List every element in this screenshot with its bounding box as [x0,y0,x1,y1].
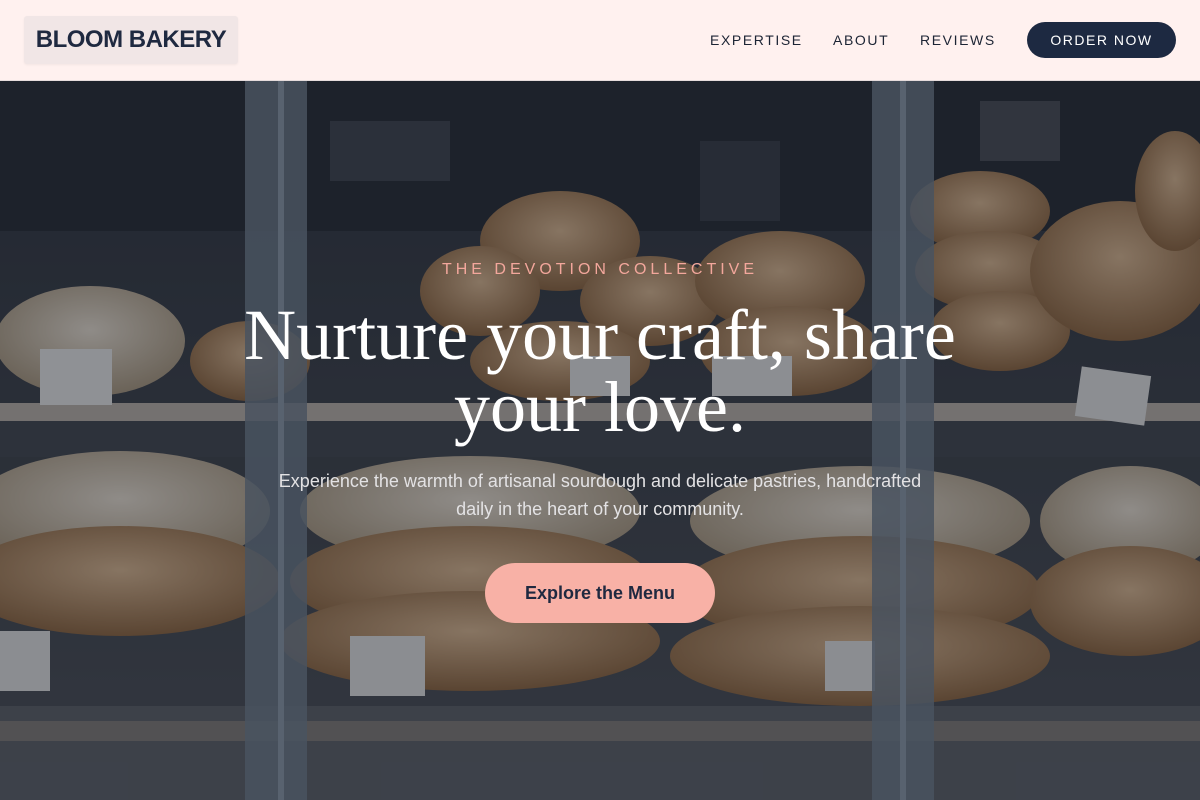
explore-menu-button[interactable]: Explore the Menu [485,563,715,623]
hero-headline-line-2: your love. [454,367,746,447]
order-now-button[interactable]: ORDER NOW [1027,22,1176,58]
hero-headline: Nurture your craft, share your love. [200,299,1000,443]
hero-headline-line-1: Nurture your craft, share [244,295,956,375]
hero-eyebrow: THE DEVOTION COLLECTIVE [441,261,759,278]
site-header: BLOOM BAKERY EXPERTISE ABOUT REVIEWS ORD… [0,0,1200,81]
nav-link-expertise[interactable]: EXPERTISE [710,31,803,49]
hero-section: THE DEVOTION COLLECTIVE Nurture your cra… [0,81,1200,800]
brand-logo[interactable]: BLOOM BAKERY [24,16,238,64]
nav-link-reviews[interactable]: REVIEWS [920,31,996,49]
hero-subtitle: Experience the warmth of artisanal sourd… [278,471,922,519]
nav-link-about[interactable]: ABOUT [833,31,889,49]
